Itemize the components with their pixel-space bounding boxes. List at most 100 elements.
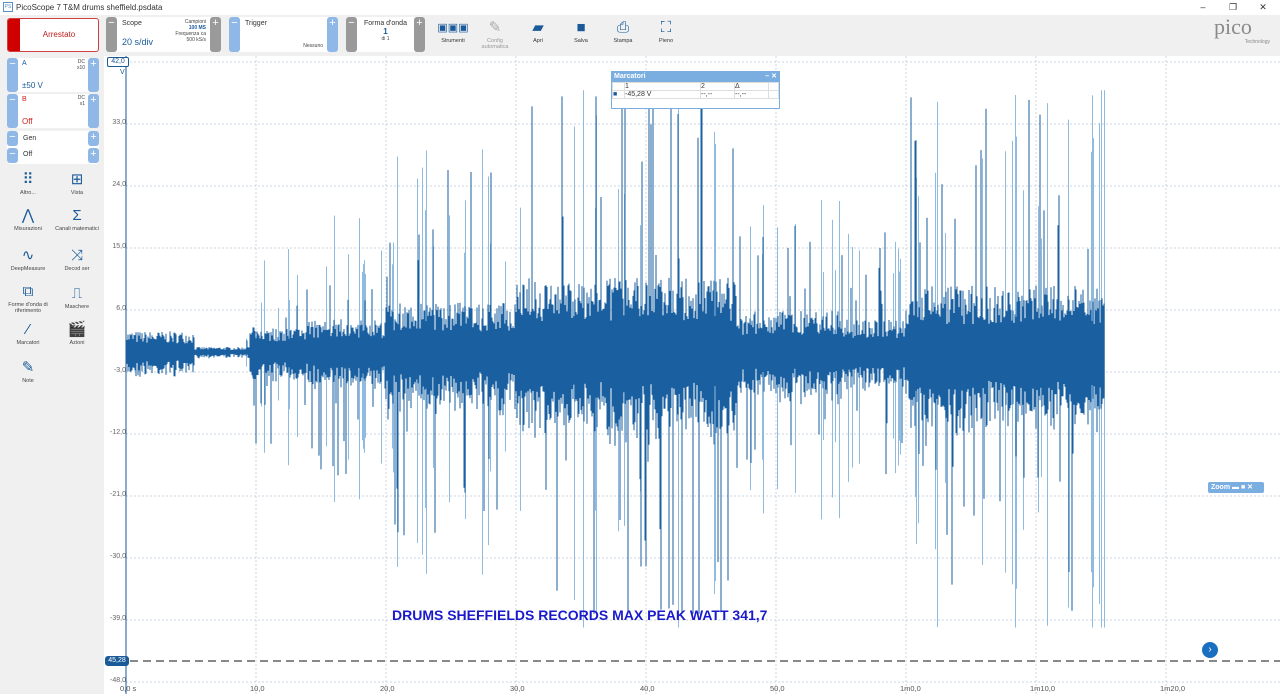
scope-control: − Scope 20 s/div Campioni 100 MS Frequen… bbox=[106, 17, 221, 52]
gen-minus-button[interactable]: − bbox=[7, 131, 18, 146]
serial-decode-icon: ⤨ bbox=[70, 247, 83, 264]
save-button[interactable]: ■ Salva bbox=[559, 18, 603, 44]
fullscreen-button[interactable]: ⛶ Pieno bbox=[644, 18, 688, 44]
y-axis-top-label[interactable]: 42,0 bbox=[107, 57, 129, 67]
markers-table: 12Δ ■ -45,28 V --,-- --,-- bbox=[612, 82, 779, 99]
trigger-label: Trigger bbox=[245, 20, 267, 27]
sidebar-item-markers[interactable]: ⁄ Marcatori bbox=[5, 320, 51, 346]
waveform-count: di 1 bbox=[381, 36, 390, 42]
view-icon: ⊞ bbox=[70, 171, 84, 188]
x-tick-label: 10,0 bbox=[250, 684, 265, 693]
x-tick-label: 30,0 bbox=[510, 684, 525, 693]
sidebar-item-actions[interactable]: 🎬 Azioni bbox=[54, 320, 100, 346]
markers-close-icon[interactable]: – ✕ bbox=[765, 72, 779, 82]
minimize-button[interactable]: – bbox=[1188, 0, 1218, 15]
waveform-trace bbox=[125, 90, 1105, 614]
sigma-icon: Σ bbox=[72, 207, 82, 224]
x-tick-label: 20,0 bbox=[380, 684, 395, 693]
y-tick-label: 15,0 bbox=[112, 243, 126, 250]
auto-setup-button[interactable]: ✎ Config automatica bbox=[473, 18, 517, 50]
trigger-control: − Trigger Nessuno + bbox=[229, 17, 338, 52]
clapper-icon: 🎬 bbox=[67, 321, 87, 338]
y-tick-label: -12,0 bbox=[110, 429, 126, 436]
reference-icon: ⧉ bbox=[22, 283, 34, 300]
gen-off-plus-button[interactable]: + bbox=[88, 148, 99, 163]
sidebar-item-notes[interactable]: ✎ Note bbox=[5, 358, 51, 384]
y-tick-label: 24,0 bbox=[112, 181, 126, 188]
channel-b-minus-button[interactable]: − bbox=[7, 94, 18, 128]
maximize-button[interactable]: ❐ bbox=[1218, 0, 1248, 15]
sidebar-item-measurements[interactable]: ⋀ Misurazioni bbox=[5, 206, 51, 232]
deepmeasure-icon: ∿ bbox=[21, 247, 35, 264]
ruler-icon: ⁄ bbox=[26, 321, 30, 338]
sidebar-item-more[interactable]: ⠿ Altro... bbox=[5, 170, 51, 196]
y-tick-label: -30,0 bbox=[110, 553, 126, 560]
channel-a-control: − A DC x10 ±50 V + bbox=[7, 58, 99, 92]
instruments-icon: ▣▣▣ bbox=[437, 22, 469, 34]
waveform-minus-button[interactable]: − bbox=[346, 17, 357, 52]
marker-level-tag[interactable]: 45,28 bbox=[105, 656, 129, 666]
y-tick-label: -48,0 bbox=[110, 677, 126, 684]
x-tick-label: 1m0,0 bbox=[900, 684, 921, 693]
mask-icon: ⎍ bbox=[71, 285, 83, 302]
trigger-plus-button[interactable]: + bbox=[327, 17, 338, 52]
y-tick-label: -3,0 bbox=[113, 367, 126, 374]
channel-a-plus-button[interactable]: + bbox=[88, 58, 99, 92]
trigger-value[interactable]: Nessuno bbox=[303, 43, 323, 49]
annotation-text: DRUMS SHEFFIELDS RECORDS MAX PEAK WATT 3… bbox=[392, 607, 768, 623]
instruments-button[interactable]: ▣▣▣ Strumenti bbox=[431, 18, 475, 44]
timebase-value[interactable]: 20 s/div bbox=[122, 37, 153, 47]
sidebar-item-deepmeasure[interactable]: ∿ DeepMeasure bbox=[5, 246, 51, 272]
channel-b-control: − B DC x1 Off + bbox=[7, 94, 99, 128]
app-icon: PS bbox=[3, 2, 13, 12]
x-tick-label: 0,0 s bbox=[120, 684, 137, 693]
zoom-overview-box[interactable]: Zoom ▬ ■ ✕ bbox=[1208, 482, 1264, 493]
channel-b-plus-button[interactable]: + bbox=[88, 94, 99, 128]
close-button[interactable]: ✕ bbox=[1248, 0, 1278, 15]
y-tick-label: 6,0 bbox=[116, 305, 126, 312]
left-panel: − A DC x10 ±50 V + − B DC x1 Off + − − Gen… bbox=[0, 56, 104, 694]
scope-plot[interactable] bbox=[104, 56, 1280, 694]
y-tick-label: -21,0 bbox=[110, 491, 126, 498]
run-stop-button[interactable]: Arrestato bbox=[7, 18, 99, 52]
sidebar-item-view[interactable]: ⊞ Vista bbox=[54, 170, 100, 196]
sidebar-item-math-channels[interactable]: Σ Canali matematici bbox=[54, 206, 100, 232]
toolbar: Arrestato − Scope 20 s/div Campioni 100 … bbox=[0, 15, 1280, 56]
channel-b-name: B bbox=[22, 96, 27, 103]
window-title: PicoScope 7 T&M drums sheffield.psdata bbox=[16, 3, 163, 12]
y-axis-unit: V bbox=[120, 69, 125, 76]
print-button[interactable]: ⎙ Stampa bbox=[601, 18, 645, 44]
pico-logo: pico Technology bbox=[1214, 14, 1270, 46]
waveform-index[interactable]: 1 bbox=[357, 27, 414, 36]
waveform-plus-button[interactable]: + bbox=[414, 17, 425, 52]
channel-a-minus-button[interactable]: − bbox=[7, 58, 18, 92]
sidebar-item-reference[interactable]: ⧉ Forme d'onda di riferimento bbox=[5, 282, 51, 314]
channel-a-probe[interactable]: x10 bbox=[77, 65, 85, 71]
title-bar: PS PicoScope 7 T&M drums sheffield.psdat… bbox=[0, 0, 1280, 15]
markers-title: Marcatori bbox=[614, 73, 646, 80]
sidebar-item-serial-decode[interactable]: ⤨ Decod ser bbox=[54, 246, 100, 272]
timebase-plus-button[interactable]: + bbox=[210, 17, 221, 52]
gen-off-minus-button[interactable]: − bbox=[7, 148, 18, 163]
sidebar-item-masks[interactable]: ⎍ Maschere bbox=[54, 284, 100, 310]
marker-2-value: --,-- bbox=[700, 90, 735, 99]
x-tick-label: 50,0 bbox=[770, 684, 785, 693]
scroll-right-button[interactable]: › bbox=[1202, 642, 1218, 658]
gen-plus-button[interactable]: + bbox=[88, 131, 99, 146]
gen-value[interactable]: Off bbox=[23, 151, 32, 158]
folder-icon: ▰ bbox=[532, 19, 544, 36]
open-button[interactable]: ▰ Apri bbox=[516, 18, 560, 44]
timebase-minus-button[interactable]: − bbox=[106, 17, 117, 52]
channel-a-range[interactable]: ±50 V bbox=[22, 81, 43, 90]
marker-1-value: -45,28 V bbox=[623, 90, 702, 99]
scope-label: Scope bbox=[122, 20, 142, 27]
print-icon: ⎙ bbox=[616, 19, 629, 36]
x-tick-label: 1m20,0 bbox=[1160, 684, 1186, 693]
x-tick-label: 40,0 bbox=[640, 684, 655, 693]
marker-delta-value: --,-- bbox=[734, 90, 769, 99]
fullscreen-icon: ⛶ bbox=[660, 19, 672, 36]
channel-b-probe[interactable]: x1 bbox=[80, 101, 85, 107]
channel-b-range[interactable]: Off bbox=[22, 117, 33, 126]
trigger-minus-button[interactable]: − bbox=[229, 17, 240, 52]
waveform-label: Forma d'onda bbox=[364, 20, 407, 27]
